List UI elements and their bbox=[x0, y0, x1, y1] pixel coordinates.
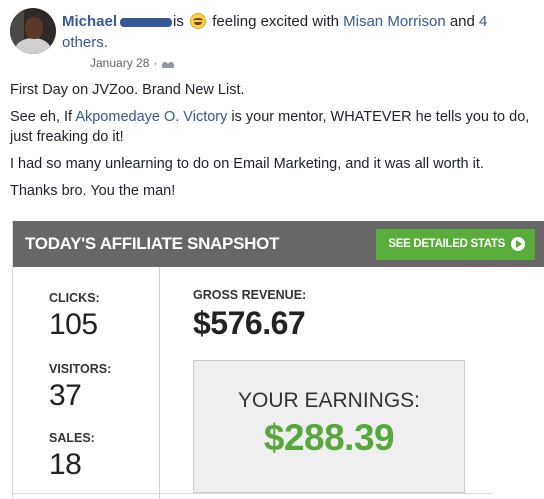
visitors-label: VISITORS: bbox=[49, 362, 112, 376]
post-paragraph: First Day on JVZoo. Brand New List. bbox=[10, 82, 245, 98]
sales-value: 18 bbox=[49, 448, 82, 481]
stats-column: CLICKS: 105 VISITORS: 37 SALES: 18 bbox=[13, 267, 160, 499]
friends-icon[interactable] bbox=[161, 58, 175, 68]
gross-revenue-label: GROSS REVENUE: bbox=[193, 288, 307, 302]
post-header: Michael is feeling excited with Misan Mor… bbox=[62, 11, 532, 53]
sales-label: SALES: bbox=[49, 431, 95, 445]
play-icon bbox=[511, 237, 525, 251]
clicks-value: 105 bbox=[49, 308, 98, 341]
post-meta: January 28 · bbox=[90, 56, 175, 70]
gross-revenue-value: $576.67 bbox=[193, 305, 306, 341]
snapshot-header: TODAY'S AFFILIATE SNAPSHOT SEE DETAILED … bbox=[13, 221, 544, 267]
visitors-value: 37 bbox=[49, 379, 82, 412]
tagged-person-link[interactable]: Misan Morrison bbox=[343, 13, 446, 30]
earnings-label: YOUR EARNINGS: bbox=[237, 389, 421, 412]
post-paragraph: Thanks bro. You the man! bbox=[10, 183, 176, 199]
post-body: First Day on JVZoo. Brand New List. See … bbox=[10, 80, 538, 208]
post-paragraph: I had so many unlearning to do on Email … bbox=[10, 156, 484, 172]
author-name-link[interactable]: Michael bbox=[62, 13, 117, 30]
stats-button-label: SEE DETAILED STATS bbox=[388, 238, 505, 250]
activity-text: feeling excited with bbox=[212, 13, 339, 30]
grinning-emoji-icon bbox=[190, 13, 207, 29]
clicks-label: CLICKS: bbox=[49, 291, 100, 305]
mentor-link[interactable]: Akpomedaye O. Victory bbox=[75, 109, 227, 125]
avatar-body bbox=[15, 38, 51, 54]
redacted-surname bbox=[120, 17, 173, 27]
author-avatar[interactable] bbox=[10, 8, 56, 54]
affiliate-snapshot-image[interactable]: TODAY'S AFFILIATE SNAPSHOT SEE DETAILED … bbox=[12, 221, 544, 499]
snapshot-title: TODAY'S AFFILIATE SNAPSHOT bbox=[25, 234, 280, 253]
post-date[interactable]: January 28 bbox=[90, 56, 149, 70]
paragraph-text: See eh, If bbox=[10, 109, 73, 125]
earnings-box: YOUR EARNINGS: $288.39 bbox=[193, 360, 465, 493]
see-detailed-stats-button: SEE DETAILED STATS bbox=[376, 228, 535, 260]
activity-joiner: and bbox=[449, 13, 475, 30]
snapshot-divider bbox=[13, 493, 493, 494]
meta-separator: · bbox=[153, 56, 158, 70]
activity-prefix: is bbox=[173, 13, 184, 30]
earnings-value: $288.39 bbox=[263, 417, 395, 458]
post-paragraph: See eh, If Akpomedaye O. Victory is your… bbox=[10, 107, 538, 147]
avatar-head bbox=[25, 17, 43, 39]
